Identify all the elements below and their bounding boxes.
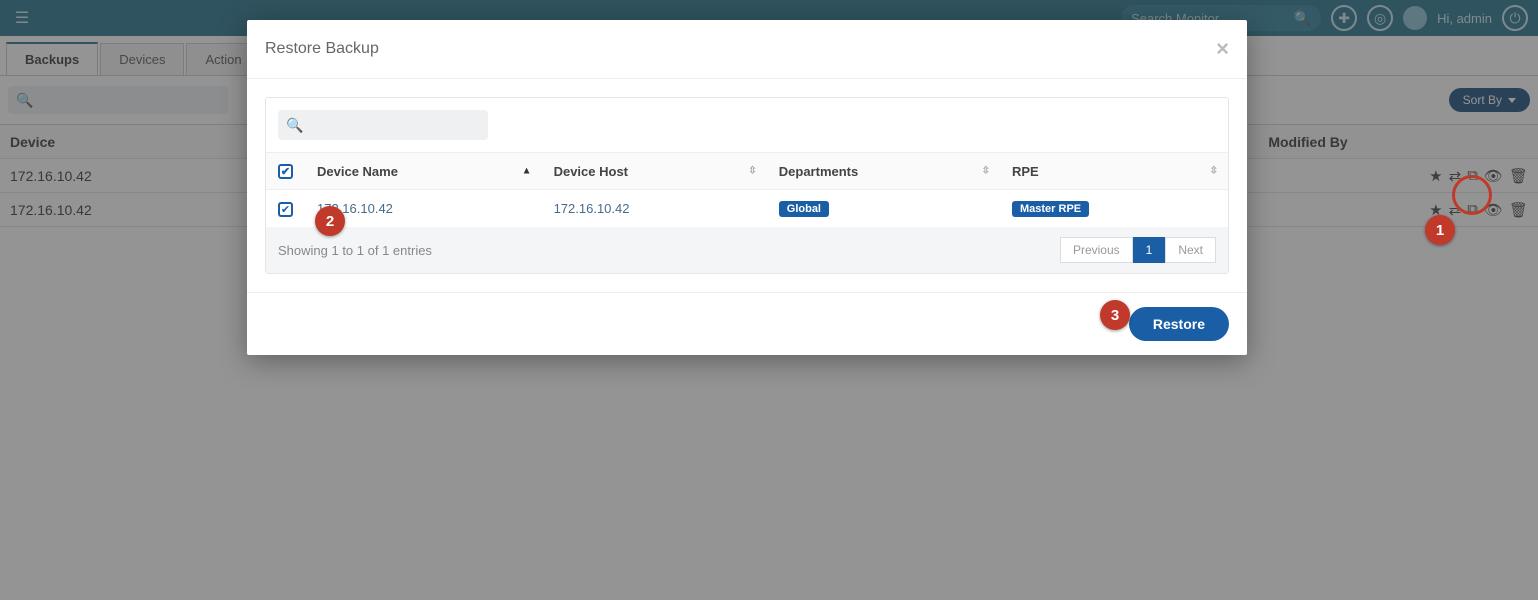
col-device-name[interactable]: Device Name▲ — [305, 153, 542, 190]
modal-search[interactable]: 🔍 — [278, 110, 488, 140]
restore-button[interactable]: Restore — [1129, 307, 1229, 341]
cell-device-host: 172.16.10.42 — [542, 190, 767, 228]
annotation-2: 2 — [315, 206, 345, 236]
rpe-badge: Master RPE — [1012, 201, 1089, 217]
restore-backup-modal: Restore Backup × 🔍 ✔ Device Name▲ Device… — [247, 20, 1247, 355]
pagination: Previous 1 Next — [1060, 237, 1216, 263]
close-icon[interactable]: × — [1216, 36, 1229, 62]
annotation-1: 1 — [1425, 215, 1455, 245]
annotation-ring-1 — [1452, 175, 1492, 215]
sort-asc-icon: ▲ — [522, 166, 532, 177]
sort-icon: ⇳ — [982, 166, 990, 177]
row-checkbox[interactable]: ✔ — [278, 202, 293, 217]
sort-icon: ⇳ — [748, 166, 756, 177]
col-departments[interactable]: Departments⇳ — [767, 153, 1000, 190]
page-1-button[interactable]: 1 — [1133, 237, 1166, 263]
department-badge: Global — [779, 201, 829, 217]
col-rpe[interactable]: RPE⇳ — [1000, 153, 1228, 190]
modal-title: Restore Backup — [265, 40, 379, 58]
col-device-host[interactable]: Device Host⇳ — [542, 153, 767, 190]
select-all-checkbox[interactable]: ✔ — [278, 164, 293, 179]
sort-icon: ⇳ — [1210, 166, 1218, 177]
next-button[interactable]: Next — [1165, 237, 1216, 263]
search-icon: 🔍 — [286, 117, 303, 134]
table-row[interactable]: ✔ 172.16.10.42 172.16.10.42 Global Maste… — [266, 190, 1228, 228]
annotation-3: 3 — [1100, 300, 1130, 330]
prev-button[interactable]: Previous — [1060, 237, 1133, 263]
entries-info: Showing 1 to 1 of 1 entries — [278, 243, 432, 258]
